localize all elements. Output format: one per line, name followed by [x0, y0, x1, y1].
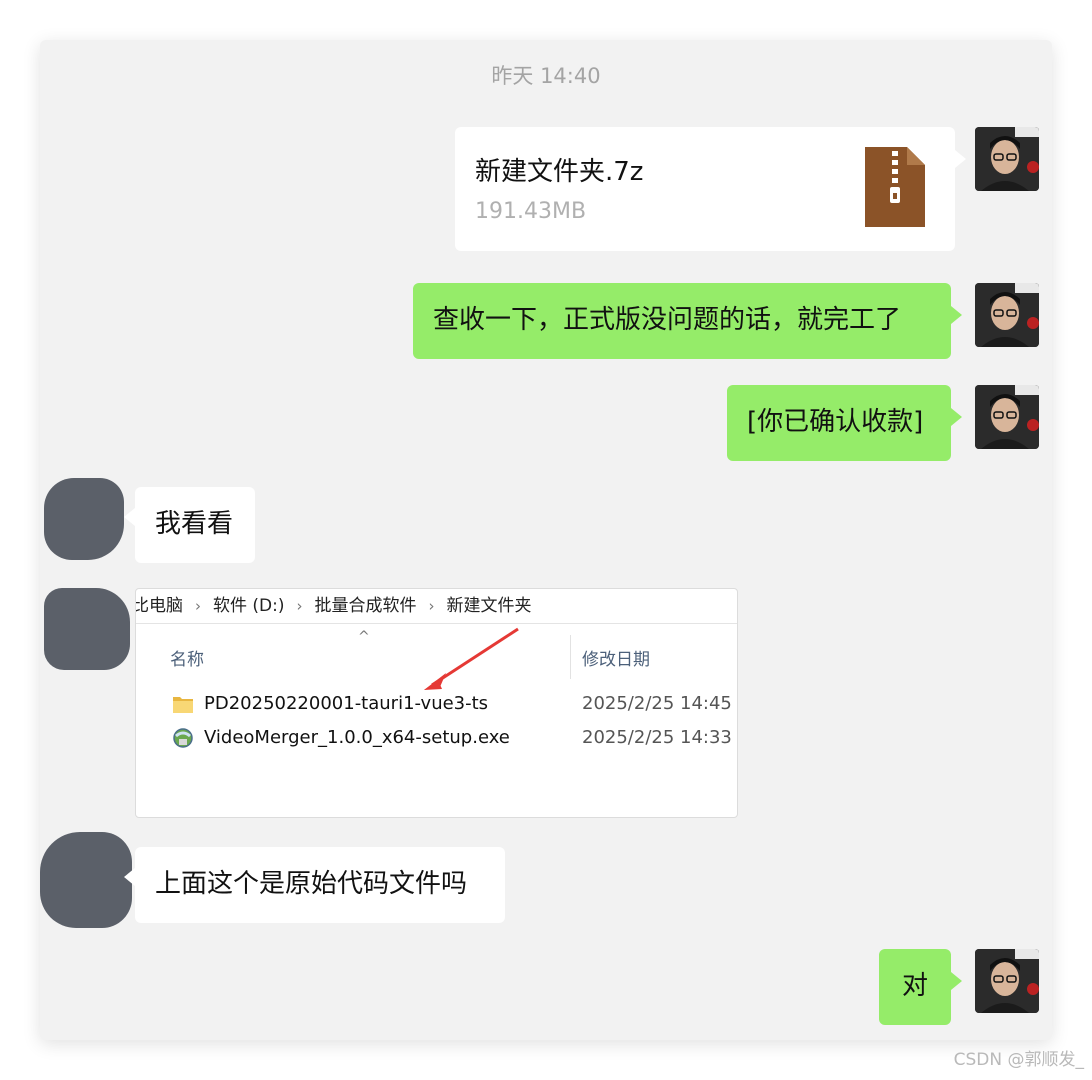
file-message-card[interactable]: 新建文件夹.7z 191.43MB [455, 127, 955, 251]
bubble-tail [951, 408, 962, 426]
avatar-redacted [44, 478, 124, 560]
avatar-redacted [40, 832, 132, 928]
avatar[interactable] [975, 127, 1039, 191]
avatar[interactable] [975, 385, 1039, 449]
bubble-tail [955, 150, 966, 168]
message-bubble[interactable]: 我看看 [135, 487, 255, 563]
chevron-right-icon: › [296, 597, 303, 615]
installer-icon [172, 727, 194, 754]
breadcrumb-item: 批量合成软件 [314, 596, 417, 616]
column-divider [570, 635, 571, 679]
file-name: VideoMerger_1.0.0_x64-setup.exe [204, 727, 510, 748]
bubble-tail [951, 972, 962, 990]
bubble-tail [124, 868, 135, 886]
column-header-modified: 修改日期 [582, 650, 650, 670]
breadcrumb: 比电脑 › 软件 (D:) › 批量合成软件 › 新建文件夹 [136, 589, 737, 624]
image-message-explorer-screenshot[interactable]: 比电脑 › 软件 (D:) › 批量合成软件 › 新建文件夹 ^ 名称 修改日期 PD202… [135, 588, 738, 818]
bubble-tail [124, 508, 135, 526]
breadcrumb-item: 软件 (D:) [213, 596, 285, 616]
folder-icon [172, 693, 194, 720]
avatar[interactable] [975, 949, 1039, 1013]
file-date: 2025/2/25 14:45 [582, 693, 732, 714]
file-size: 191.43MB [475, 199, 587, 224]
avatar-redacted [44, 588, 130, 670]
chevron-right-icon: › [428, 597, 435, 615]
sort-ascending-icon: ^ [358, 629, 370, 645]
file-name: PD20250220001-tauri1-vue3-ts [204, 693, 489, 714]
breadcrumb-item: 比电脑 [135, 596, 183, 616]
zip-file-icon [865, 147, 925, 231]
chat-timestamp: 昨天 14:40 [491, 64, 601, 88]
annotation-arrow [424, 627, 519, 690]
file-name: 新建文件夹.7z [475, 157, 644, 187]
file-date: 2025/2/25 14:33 [582, 727, 732, 748]
watermark: CSDN @郭顺发_ [953, 1050, 1084, 1070]
message-bubble[interactable]: 上面这个是原始代码文件吗 [135, 847, 505, 923]
message-bubble[interactable]: 查收一下，正式版没问题的话，就完工了 [413, 283, 951, 359]
message-bubble[interactable]: 对 [879, 949, 951, 1025]
avatar[interactable] [975, 283, 1039, 347]
bubble-tail [951, 306, 962, 324]
column-header-name: 名称 [170, 650, 204, 670]
breadcrumb-item: 新建文件夹 [446, 596, 532, 616]
message-bubble[interactable]: [你已确认收款] [727, 385, 951, 461]
chevron-right-icon: › [195, 597, 201, 615]
